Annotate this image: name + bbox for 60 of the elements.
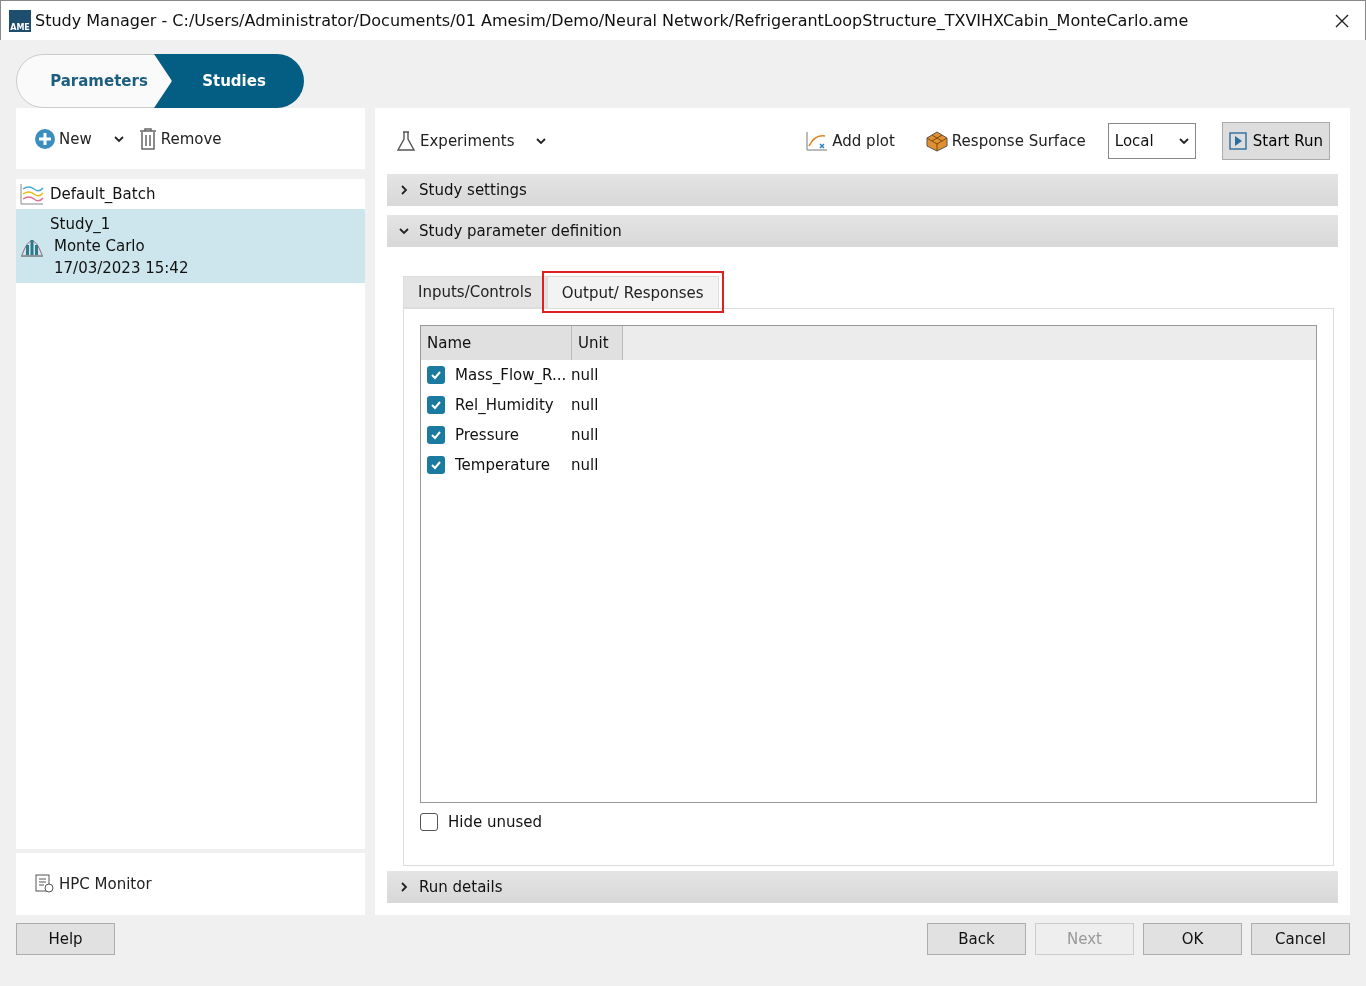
remove-button[interactable]: Remove bbox=[137, 127, 222, 150]
tab[interactable]: Inputs/Controls bbox=[403, 276, 547, 308]
chevron-icon[interactable] bbox=[399, 226, 409, 236]
checkbox[interactable] bbox=[427, 456, 445, 474]
start-run-button[interactable]: Start Run bbox=[1221, 122, 1330, 160]
chevron-icon[interactable] bbox=[399, 185, 409, 195]
play-icon bbox=[1228, 132, 1247, 150]
plot-icon bbox=[805, 130, 830, 152]
dialog-button[interactable]: Back bbox=[927, 923, 1026, 955]
check-icon bbox=[430, 429, 442, 441]
study-list-item[interactable]: Study_1 Monte Carlo 17/03/2023 15:42 bbox=[16, 209, 365, 283]
flask-icon bbox=[395, 130, 417, 152]
dialog-button[interactable]: Help bbox=[16, 923, 115, 955]
study-list-item[interactable]: Default_Batch bbox=[16, 179, 365, 209]
checkbox[interactable] bbox=[427, 426, 445, 444]
check-icon bbox=[430, 369, 442, 381]
section-header[interactable]: Run details bbox=[387, 871, 1338, 903]
table-cell: null bbox=[571, 396, 599, 414]
item-text: Study_1 bbox=[50, 214, 112, 235]
table-cell: null bbox=[571, 366, 599, 384]
caret-icon[interactable] bbox=[536, 136, 547, 146]
app-logo: AME bbox=[9, 9, 31, 32]
item-text: Monte Carlo bbox=[53, 236, 146, 257]
checkbox[interactable] bbox=[427, 366, 445, 384]
hpc-monitor-button[interactable]: HPC Monitor bbox=[34, 873, 152, 895]
table-cell-text: Temperature bbox=[454, 456, 552, 474]
experiments-button[interactable]: Experiments bbox=[395, 130, 515, 152]
checkbox[interactable] bbox=[427, 396, 445, 414]
new-button[interactable]: New bbox=[34, 127, 92, 150]
step-tab[interactable]: Studies bbox=[154, 54, 304, 108]
location-dropdown[interactable]: Local bbox=[1107, 123, 1196, 159]
response-surface-button[interactable]: Response Surface bbox=[924, 130, 1086, 152]
table-cell: null bbox=[571, 426, 599, 444]
chevron-icon[interactable] bbox=[399, 882, 409, 892]
caret-icon[interactable] bbox=[113, 133, 124, 144]
plus-icon bbox=[34, 127, 56, 150]
caret-icon[interactable] bbox=[1178, 136, 1189, 146]
surface-icon bbox=[924, 130, 949, 152]
item-text: Default_Batch bbox=[50, 184, 156, 205]
checkbox[interactable] bbox=[420, 813, 438, 831]
column-header[interactable]: Name bbox=[421, 326, 572, 360]
table-cell-text: Rel_Humidity bbox=[454, 396, 555, 414]
dialog-button[interactable]: OK bbox=[1143, 923, 1242, 955]
table-cell-text: Pressure bbox=[454, 426, 521, 444]
column-header[interactable]: Unit bbox=[572, 326, 623, 360]
item-text: 17/03/2023 15:42 bbox=[53, 258, 189, 279]
trash-icon bbox=[137, 127, 158, 150]
table-cell-text: Mass_Flow_R... bbox=[454, 366, 568, 384]
section-header[interactable]: Study settings bbox=[387, 174, 1338, 206]
dialog-button[interactable]: Cancel bbox=[1251, 923, 1350, 955]
check-icon bbox=[430, 399, 442, 411]
check-icon bbox=[430, 459, 442, 471]
table-cell: null bbox=[571, 456, 599, 474]
monitor-icon bbox=[34, 873, 56, 895]
step-tab[interactable]: Parameters bbox=[16, 54, 172, 108]
section-header[interactable]: Study parameter definition bbox=[387, 215, 1338, 247]
add-plot-button[interactable]: Add plot bbox=[805, 130, 895, 152]
chart-icon bbox=[20, 183, 44, 205]
checkbox-label: Hide unused bbox=[448, 813, 543, 831]
window-title: Study Manager - C:/Users/Administrator/Documents/01 Amesim/Demo/Neural Network/RefrigerantLoopStructure_TXVIHXCabin_MonteCarlo.ame bbox=[35, 11, 1190, 30]
